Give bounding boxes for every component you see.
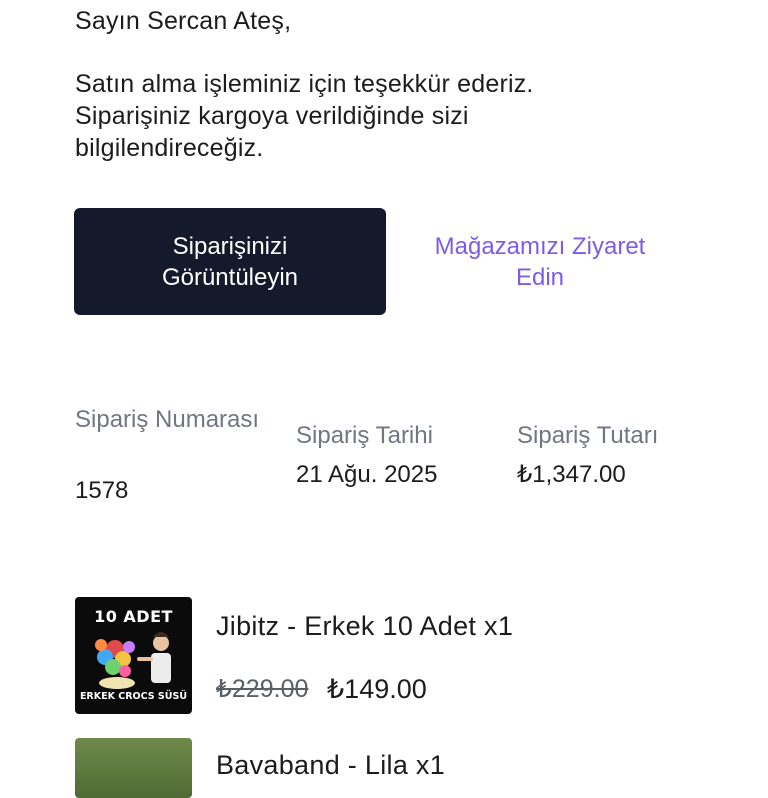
product-name: Bavaband - Lila x1	[216, 750, 446, 780]
product-image[interactable]: 10 ADET ERKEK CROCS SÜSÜ	[75, 597, 192, 714]
order-date-value: 21 Ağu. 2025	[296, 461, 438, 488]
product-image-subtitle: ERKEK CROCS SÜSÜ	[79, 691, 188, 702]
product-image[interactable]	[75, 738, 192, 798]
order-number-label: Sipariş Numarası	[75, 406, 260, 433]
sale-price: ₺149.00	[327, 674, 427, 704]
thank-you-message: Satın alma işleminiz için teşekkür ederi…	[75, 68, 595, 164]
order-total-label: Sipariş Tutarı	[517, 422, 659, 449]
message-line: Siparişiniz kargoya verildiğinde sizi	[75, 102, 469, 130]
greeting: Sayın Sercan Ateş,	[75, 7, 292, 35]
view-order-button[interactable]: Siparişinizi Görüntüleyin	[74, 208, 386, 315]
order-total-value: ₺1,347.00	[517, 461, 626, 488]
message-line: bilgilendireceğiz.	[75, 134, 264, 162]
visit-store-link[interactable]: Mağazamızı Ziyaret Edin	[410, 208, 670, 315]
order-date-label: Sipariş Tarihi	[296, 422, 433, 449]
original-price: ₺229.00	[216, 675, 309, 703]
order-number-value: 1578	[75, 477, 129, 504]
product-name: Jibitz - Erkek 10 Adet x1	[216, 611, 514, 641]
message-line: Satın alma işleminiz için teşekkür ederi…	[75, 70, 534, 98]
